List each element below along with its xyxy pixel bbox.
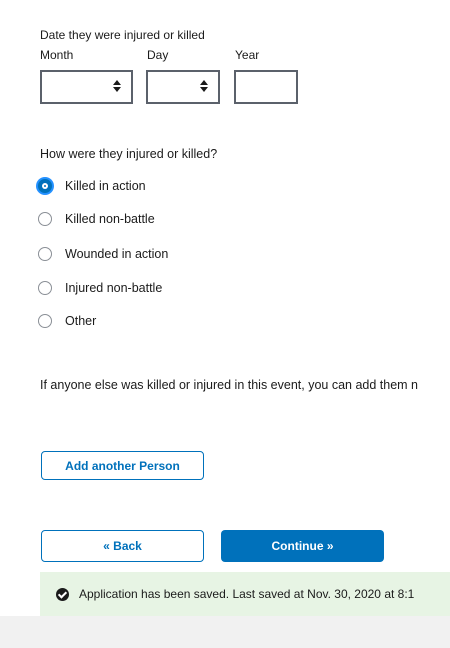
day-select[interactable] bbox=[146, 70, 220, 104]
sort-caret-icon bbox=[113, 79, 121, 95]
month-select[interactable] bbox=[40, 70, 133, 104]
day-label: Day bbox=[147, 48, 169, 62]
page-footer-band bbox=[0, 616, 450, 648]
back-button[interactable]: « Back bbox=[41, 530, 204, 562]
additional-person-info: If anyone else was killed or injured in … bbox=[40, 378, 418, 392]
radio-label: Other bbox=[65, 314, 97, 328]
save-status-alert: Application has been saved. Last saved a… bbox=[40, 572, 450, 616]
radio-label: Injured non-battle bbox=[65, 281, 163, 295]
radio-selected-icon[interactable] bbox=[38, 179, 52, 193]
radio-icon[interactable] bbox=[38, 281, 52, 295]
year-label: Year bbox=[235, 48, 260, 62]
month-label: Month bbox=[40, 48, 74, 62]
radio-label: Wounded in action bbox=[65, 247, 169, 261]
add-another-person-button[interactable]: Add another Person bbox=[41, 451, 204, 480]
save-status-message: Application has been saved. Last saved a… bbox=[79, 587, 415, 601]
radio-label: Killed in action bbox=[65, 179, 146, 193]
radio-option-killed-in-action[interactable]: Killed in action bbox=[38, 176, 146, 196]
radio-option-injured-non-battle[interactable]: Injured non-battle bbox=[38, 278, 162, 298]
radio-icon[interactable] bbox=[38, 212, 52, 226]
radio-label: Killed non-battle bbox=[65, 212, 155, 226]
continue-button[interactable]: Continue » bbox=[221, 530, 384, 562]
radio-icon[interactable] bbox=[38, 314, 52, 328]
sort-caret-icon bbox=[200, 79, 208, 95]
how-question: How were they injured or killed? bbox=[40, 147, 218, 161]
radio-option-other[interactable]: Other bbox=[38, 311, 96, 331]
check-circle-icon bbox=[56, 587, 69, 601]
year-input[interactable] bbox=[234, 70, 298, 104]
date-label: Date they were injured or killed bbox=[40, 28, 205, 42]
radio-option-killed-non-battle[interactable]: Killed non-battle bbox=[38, 209, 155, 229]
radio-option-wounded-in-action[interactable]: Wounded in action bbox=[38, 244, 168, 264]
radio-icon[interactable] bbox=[38, 247, 52, 261]
